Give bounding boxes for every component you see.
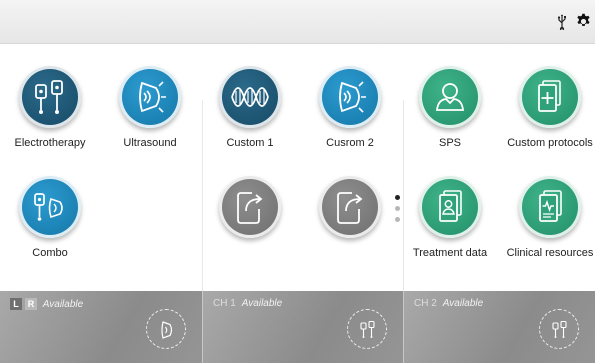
tile-circle bbox=[419, 176, 481, 238]
channel-icon-ring bbox=[146, 309, 186, 349]
right-badge[interactable]: R bbox=[25, 298, 37, 310]
channel-2[interactable]: CH 2 Available bbox=[403, 291, 595, 363]
tile-circle bbox=[19, 66, 81, 128]
person-icon bbox=[436, 83, 464, 111]
channel-status: Available bbox=[42, 299, 84, 310]
usb-icon bbox=[557, 14, 566, 30]
ultrasound-head-icon bbox=[139, 81, 166, 113]
channel-header: LR Available bbox=[10, 298, 83, 310]
tile-circle bbox=[419, 66, 481, 128]
tile-ultrasound[interactable]: Ultrasound bbox=[100, 66, 200, 176]
patient-file-icon bbox=[439, 190, 462, 222]
channel-status: Available bbox=[442, 298, 484, 309]
electrodes-icon bbox=[552, 320, 567, 338]
channel-status: Available bbox=[241, 298, 283, 309]
tile-empty-slot-2[interactable] bbox=[300, 176, 400, 286]
channel-icon-ring bbox=[539, 309, 579, 349]
channel-header: CH 1 Available bbox=[213, 298, 282, 309]
channel-header: CH 2 Available bbox=[414, 298, 483, 309]
top-bar bbox=[0, 0, 595, 44]
channel-status-bar: LR Available CH 1 Available CH 2 Availab… bbox=[0, 291, 595, 363]
launcher-grid: Electrotherapy Ultrasound Combo Custom 1… bbox=[0, 44, 595, 318]
tile-circle bbox=[519, 66, 581, 128]
tile-label: Clinical resources bbox=[506, 247, 594, 259]
tile-circle bbox=[519, 176, 581, 238]
channel-name: CH 2 bbox=[414, 298, 437, 309]
tile-circle bbox=[119, 66, 181, 128]
tile-circle bbox=[319, 176, 381, 238]
tile-combo[interactable]: Combo bbox=[0, 176, 100, 286]
tile-custom-2[interactable]: Cusrom 2 bbox=[300, 66, 400, 176]
channel-ultrasound[interactable]: LR Available bbox=[0, 291, 202, 363]
waveform-icon bbox=[231, 87, 269, 107]
ultrasound-head-icon bbox=[161, 321, 173, 339]
tile-label: Combo bbox=[32, 247, 68, 259]
tile-custom-protocols[interactable]: Custom protocols bbox=[500, 66, 595, 176]
channel-name: CH 1 bbox=[213, 298, 236, 309]
tile-circle bbox=[19, 176, 81, 238]
tile-circle bbox=[219, 66, 281, 128]
tile-treatment-data[interactable]: Treatment data bbox=[400, 176, 500, 286]
export-icon bbox=[337, 192, 363, 224]
electrodes-icon bbox=[35, 80, 63, 114]
add-document-icon bbox=[538, 80, 561, 112]
tile-circle bbox=[319, 66, 381, 128]
combo-icon bbox=[34, 193, 63, 221]
tile-custom-1[interactable]: Custom 1 bbox=[200, 66, 300, 176]
tile-empty-slot-1[interactable] bbox=[200, 176, 300, 286]
tile-circle bbox=[219, 176, 281, 238]
gear-icon[interactable] bbox=[575, 13, 592, 30]
electrodes-icon bbox=[360, 320, 375, 338]
ultrasound-head-icon bbox=[339, 81, 366, 113]
channel-1[interactable]: CH 1 Available bbox=[202, 291, 403, 363]
tile-electrotherapy[interactable]: Electrotherapy bbox=[0, 66, 100, 176]
left-badge[interactable]: L bbox=[10, 298, 22, 310]
tile-clinical-resources[interactable]: Clinical resources bbox=[500, 176, 595, 286]
export-icon bbox=[237, 192, 263, 224]
tile-sps[interactable]: SPS bbox=[400, 66, 500, 176]
tile-label: Custom protocols bbox=[507, 137, 593, 149]
channel-icon-ring bbox=[347, 309, 387, 349]
clinical-document-icon bbox=[539, 190, 562, 222]
